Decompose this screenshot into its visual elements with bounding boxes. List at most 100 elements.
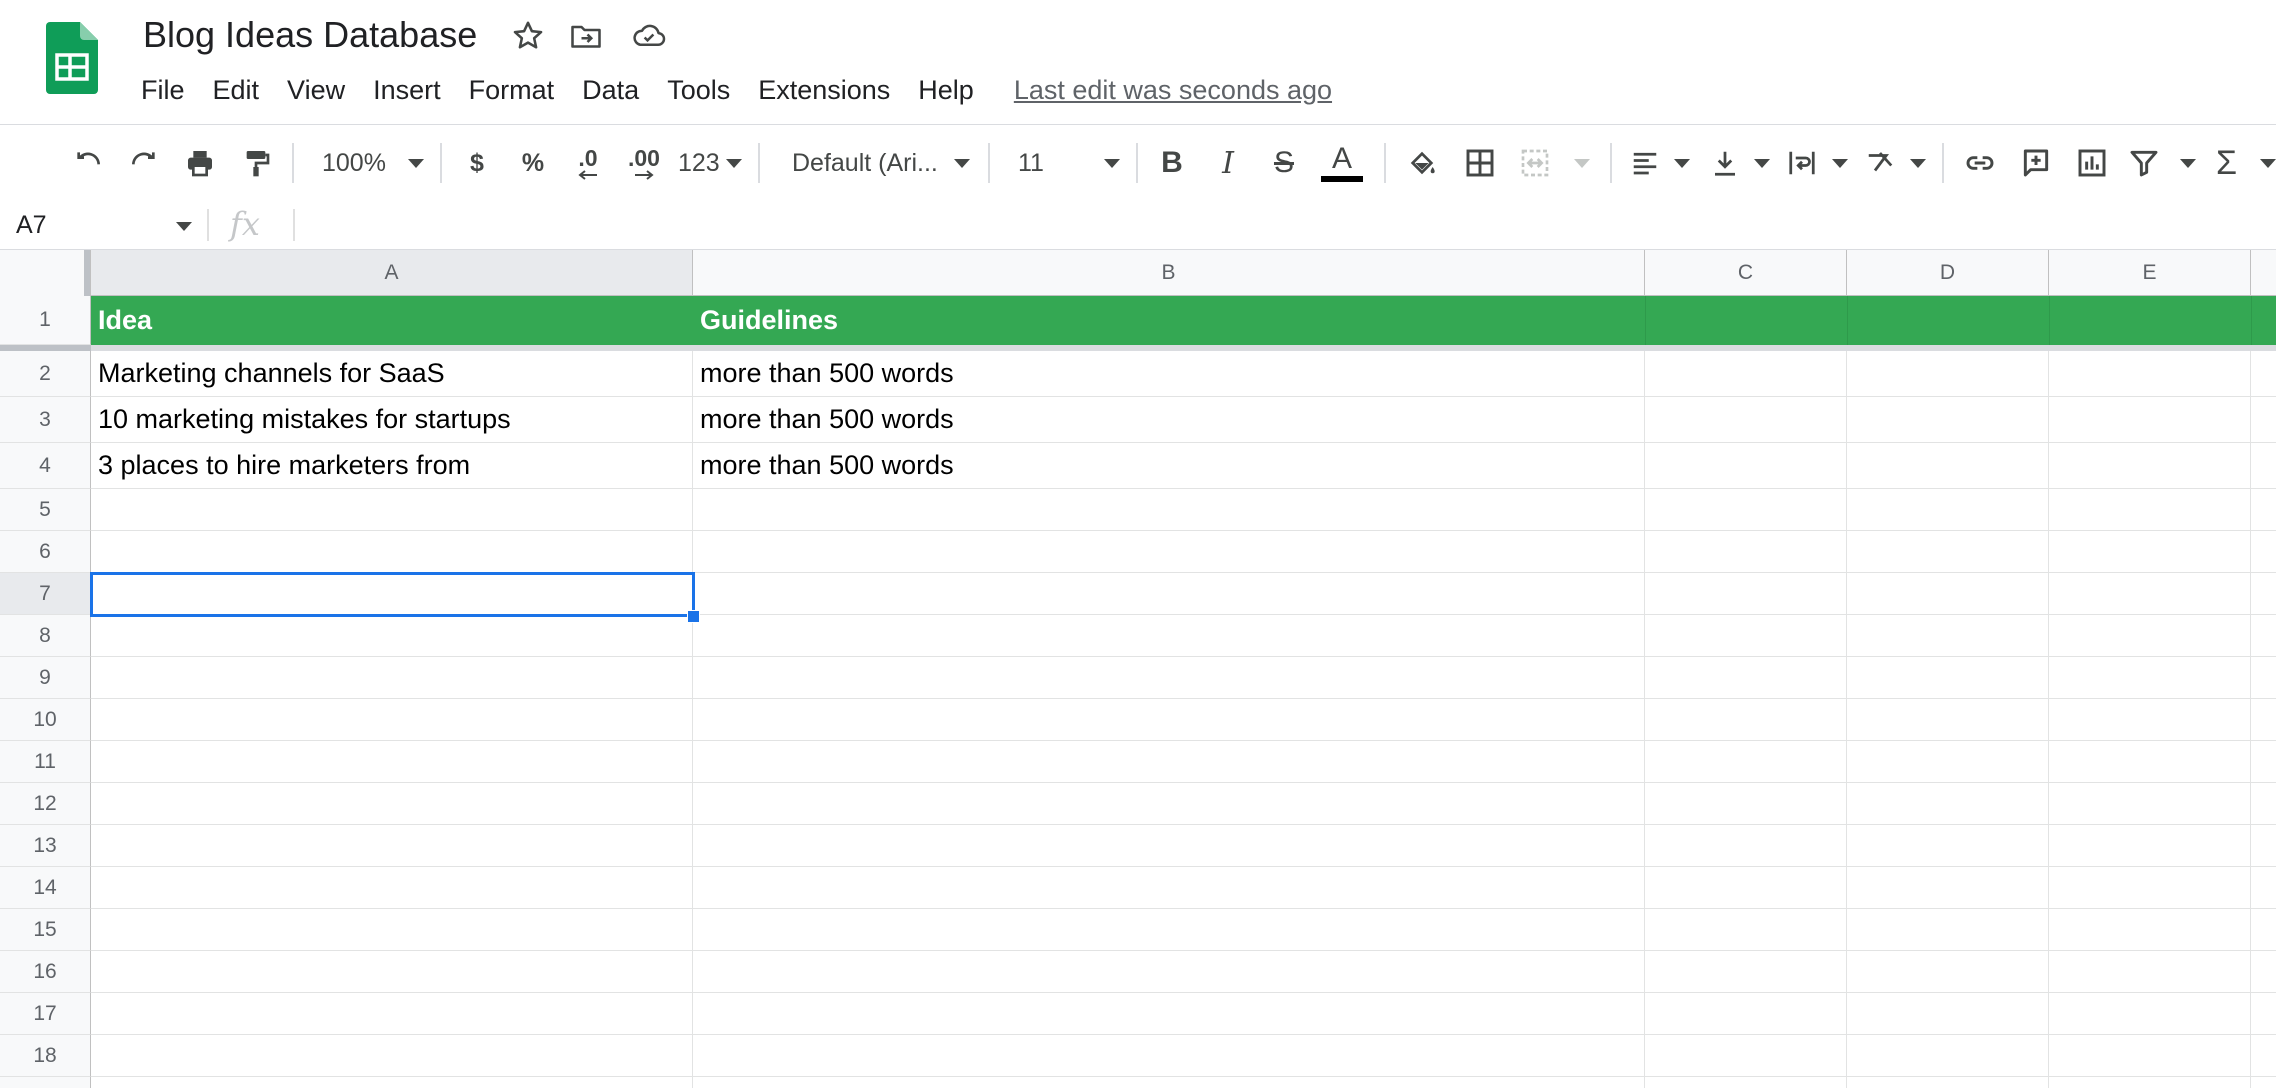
cell-c5[interactable] (1645, 489, 1847, 531)
cell-e4[interactable] (2049, 443, 2251, 489)
cell-f8[interactable] (2251, 615, 2276, 657)
cell-b18[interactable] (693, 1035, 1645, 1077)
cell-c10[interactable] (1645, 699, 1847, 741)
row-header-15[interactable]: 15 (0, 909, 91, 951)
cell-c15[interactable] (1645, 909, 1847, 951)
row-header-9[interactable]: 9 (0, 657, 91, 699)
cell-a11[interactable] (91, 741, 693, 783)
cell-b16[interactable] (693, 951, 1645, 993)
cell-a3[interactable]: 10 marketing mistakes for startups (91, 397, 693, 443)
redo-icon[interactable] (122, 125, 166, 201)
cell-f2[interactable] (2251, 351, 2276, 397)
cell-f17[interactable] (2251, 993, 2276, 1035)
column-header-a[interactable]: A (91, 250, 693, 296)
menu-extensions[interactable]: Extensions (758, 75, 890, 106)
cell-b12[interactable] (693, 783, 1645, 825)
vertical-align-button[interactable] (1710, 125, 1770, 201)
cell-a9[interactable] (91, 657, 693, 699)
row-header-2[interactable]: 2 (0, 351, 91, 397)
font-family-select[interactable]: Default (Ari... (780, 125, 970, 201)
row-header-12[interactable]: 12 (0, 783, 91, 825)
cell-d7[interactable] (1847, 573, 2049, 615)
cell-f19[interactable] (2251, 1077, 2276, 1088)
cell-a4[interactable]: 3 places to hire marketers from (91, 443, 693, 489)
cell-d18[interactable] (1847, 1035, 2049, 1077)
cell-c13[interactable] (1645, 825, 1847, 867)
menu-data[interactable]: Data (582, 75, 639, 106)
cell-e9[interactable] (2049, 657, 2251, 699)
menu-insert[interactable]: Insert (373, 75, 441, 106)
paint-format-icon[interactable] (234, 125, 278, 201)
cell-f3[interactable] (2251, 397, 2276, 443)
cell-e6[interactable] (2049, 531, 2251, 573)
cell-d16[interactable] (1847, 951, 2049, 993)
cell-e2[interactable] (2049, 351, 2251, 397)
freeze-row-handle[interactable] (0, 345, 91, 351)
cell-f15[interactable] (2251, 909, 2276, 951)
italic-button[interactable]: I (1208, 125, 1248, 201)
cell-e7[interactable] (2049, 573, 2251, 615)
column-header-f[interactable] (2251, 250, 2276, 296)
sheets-logo-icon[interactable] (46, 22, 98, 94)
cell-c1[interactable] (1645, 296, 1847, 345)
cell-b15[interactable] (693, 909, 1645, 951)
cell-f5[interactable] (2251, 489, 2276, 531)
cell-d4[interactable] (1847, 443, 2049, 489)
cell-a13[interactable] (91, 825, 693, 867)
horizontal-align-button[interactable] (1630, 125, 1690, 201)
currency-format-button[interactable]: $ (458, 125, 496, 201)
cell-b19[interactable] (693, 1077, 1645, 1088)
cell-f6[interactable] (2251, 531, 2276, 573)
row-header-10[interactable]: 10 (0, 699, 91, 741)
menu-view[interactable]: View (287, 75, 345, 106)
text-rotation-button[interactable] (1864, 125, 1926, 201)
text-wrapping-button[interactable] (1786, 125, 1848, 201)
cell-a15[interactable] (91, 909, 693, 951)
select-all-corner[interactable] (0, 250, 91, 297)
cell-f1[interactable] (2251, 296, 2276, 345)
cell-e12[interactable] (2049, 783, 2251, 825)
cell-e14[interactable] (2049, 867, 2251, 909)
cell-d1[interactable] (1847, 296, 2049, 345)
cell-a6[interactable] (91, 531, 693, 573)
cell-d13[interactable] (1847, 825, 2049, 867)
cell-d3[interactable] (1847, 397, 2049, 443)
cell-d12[interactable] (1847, 783, 2049, 825)
undo-icon[interactable] (66, 125, 110, 201)
cloud-saved-icon[interactable] (630, 18, 666, 54)
cell-f9[interactable] (2251, 657, 2276, 699)
column-header-e[interactable]: E (2049, 250, 2251, 296)
cell-d10[interactable] (1847, 699, 2049, 741)
cell-e11[interactable] (2049, 741, 2251, 783)
row-header-13[interactable]: 13 (0, 825, 91, 867)
merge-cells-button[interactable] (1518, 125, 1590, 201)
cell-b2[interactable]: more than 500 words (693, 351, 1645, 397)
cell-e1[interactable] (2049, 296, 2251, 345)
cell-e13[interactable] (2049, 825, 2251, 867)
cell-e19[interactable] (2049, 1077, 2251, 1088)
cell-d6[interactable] (1847, 531, 2049, 573)
cell-f12[interactable] (2251, 783, 2276, 825)
cell-b7[interactable] (693, 573, 1645, 615)
cell-e15[interactable] (2049, 909, 2251, 951)
cell-e5[interactable] (2049, 489, 2251, 531)
cell-d15[interactable] (1847, 909, 2049, 951)
cell-a14[interactable] (91, 867, 693, 909)
column-header-d[interactable]: D (1847, 250, 2049, 296)
cell-b17[interactable] (693, 993, 1645, 1035)
row-header-6[interactable]: 6 (0, 531, 91, 573)
cell-f4[interactable] (2251, 443, 2276, 489)
freeze-column-handle[interactable] (84, 250, 90, 296)
cell-d14[interactable] (1847, 867, 2049, 909)
row-header-7[interactable]: 7 (0, 573, 91, 615)
cell-d8[interactable] (1847, 615, 2049, 657)
row-header-8[interactable]: 8 (0, 615, 91, 657)
cell-a10[interactable] (91, 699, 693, 741)
menu-edit[interactable]: Edit (213, 75, 260, 106)
cell-c4[interactable] (1645, 443, 1847, 489)
insert-comment-icon[interactable] (2014, 125, 2058, 201)
cell-b6[interactable] (693, 531, 1645, 573)
cell-e8[interactable] (2049, 615, 2251, 657)
cell-a18[interactable] (91, 1035, 693, 1077)
cell-b5[interactable] (693, 489, 1645, 531)
